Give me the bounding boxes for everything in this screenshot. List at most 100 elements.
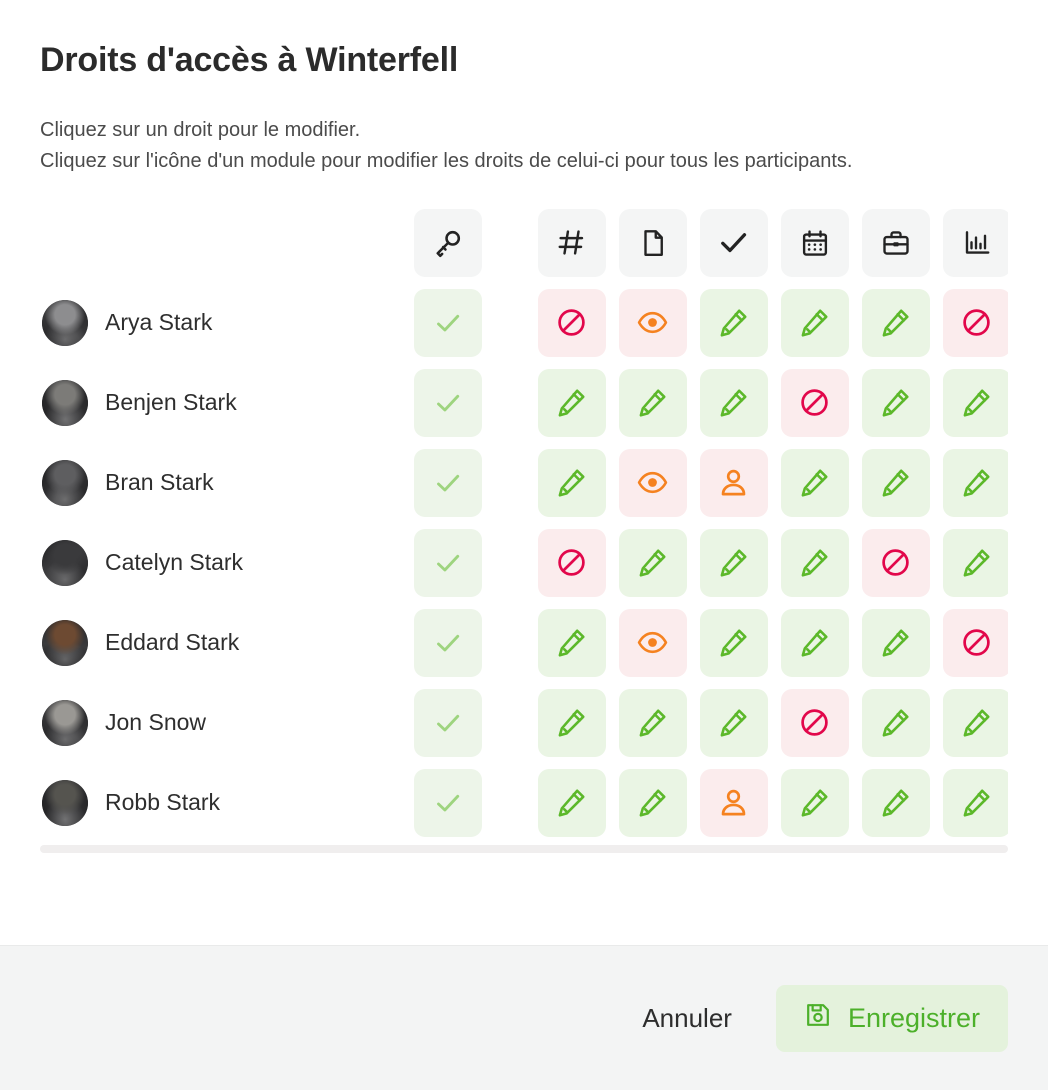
pencil-icon[interactable] — [699, 288, 768, 357]
column-header-files[interactable] — [612, 203, 693, 283]
pencil-icon[interactable] — [537, 688, 606, 757]
column-header-channel[interactable] — [531, 203, 612, 283]
permission-cell-reports[interactable] — [936, 523, 1008, 603]
calendar-icon[interactable] — [780, 208, 849, 277]
permission-cell-channel[interactable] — [531, 283, 612, 363]
column-header-projects[interactable] — [855, 203, 936, 283]
permission-cell-channel[interactable] — [531, 363, 612, 443]
key-icon[interactable] — [413, 208, 482, 277]
permission-cell-tasks[interactable] — [693, 283, 774, 363]
pencil-icon[interactable] — [861, 608, 930, 677]
permission-cell-files[interactable] — [612, 283, 693, 363]
permission-cell-tasks[interactable] — [693, 683, 774, 763]
ban-icon[interactable] — [780, 368, 849, 437]
check-icon[interactable] — [413, 368, 482, 437]
permission-cell-channel[interactable] — [531, 763, 612, 843]
permission-cell-files[interactable] — [612, 763, 693, 843]
column-header-calendar[interactable] — [774, 203, 855, 283]
permission-cell-calendar[interactable] — [774, 603, 855, 683]
permission-cell-files[interactable] — [612, 523, 693, 603]
pencil-icon[interactable] — [618, 368, 687, 437]
pencil-icon[interactable] — [942, 768, 1008, 837]
ban-icon[interactable] — [942, 608, 1008, 677]
eye-icon[interactable] — [618, 448, 687, 517]
check-icon[interactable] — [413, 288, 482, 357]
pencil-icon[interactable] — [699, 368, 768, 437]
check-icon[interactable] — [413, 688, 482, 757]
pencil-icon[interactable] — [942, 448, 1008, 517]
ban-icon[interactable] — [942, 288, 1008, 357]
pencil-icon[interactable] — [537, 368, 606, 437]
permission-cell-channel[interactable] — [531, 603, 612, 683]
pencil-icon[interactable] — [780, 528, 849, 597]
permission-cell-access[interactable] — [400, 763, 495, 843]
pencil-icon[interactable] — [861, 768, 930, 837]
column-header-tasks[interactable] — [693, 203, 774, 283]
permission-cell-channel[interactable] — [531, 443, 612, 523]
permission-cell-tasks[interactable] — [693, 363, 774, 443]
permission-cell-tasks[interactable] — [693, 523, 774, 603]
permission-cell-calendar[interactable] — [774, 523, 855, 603]
hash-icon[interactable] — [537, 208, 606, 277]
permission-cell-files[interactable] — [612, 603, 693, 683]
document-icon[interactable] — [618, 208, 687, 277]
permission-cell-projects[interactable] — [855, 523, 936, 603]
pencil-icon[interactable] — [537, 768, 606, 837]
permission-cell-calendar[interactable] — [774, 363, 855, 443]
check-icon[interactable] — [413, 768, 482, 837]
permission-cell-tasks[interactable] — [693, 763, 774, 843]
ban-icon[interactable] — [780, 688, 849, 757]
permission-cell-projects[interactable] — [855, 763, 936, 843]
permission-cell-reports[interactable] — [936, 763, 1008, 843]
permission-cell-tasks[interactable] — [693, 443, 774, 523]
permission-cell-reports[interactable] — [936, 603, 1008, 683]
ban-icon[interactable] — [537, 528, 606, 597]
permission-cell-calendar[interactable] — [774, 283, 855, 363]
permission-cell-projects[interactable] — [855, 683, 936, 763]
check-icon[interactable] — [699, 208, 768, 277]
pencil-icon[interactable] — [699, 608, 768, 677]
pencil-icon[interactable] — [618, 688, 687, 757]
check-icon[interactable] — [413, 608, 482, 677]
permission-cell-files[interactable] — [612, 683, 693, 763]
permission-cell-reports[interactable] — [936, 283, 1008, 363]
permission-cell-access[interactable] — [400, 523, 495, 603]
ban-icon[interactable] — [537, 288, 606, 357]
cancel-button[interactable]: Annuler — [620, 989, 754, 1048]
save-button[interactable]: Enregistrer — [775, 984, 1008, 1052]
permission-cell-projects[interactable] — [855, 363, 936, 443]
permission-cell-reports[interactable] — [936, 443, 1008, 523]
pencil-icon[interactable] — [780, 448, 849, 517]
pencil-icon[interactable] — [942, 688, 1008, 757]
chart-icon[interactable] — [942, 208, 1008, 277]
check-icon[interactable] — [413, 448, 482, 517]
pencil-icon[interactable] — [699, 688, 768, 757]
pencil-icon[interactable] — [942, 368, 1008, 437]
person-icon[interactable] — [699, 768, 768, 837]
person-icon[interactable] — [699, 448, 768, 517]
eye-icon[interactable] — [618, 288, 687, 357]
permission-cell-calendar[interactable] — [774, 683, 855, 763]
pencil-icon[interactable] — [861, 368, 930, 437]
pencil-icon[interactable] — [861, 688, 930, 757]
pencil-icon[interactable] — [699, 528, 768, 597]
permission-cell-access[interactable] — [400, 363, 495, 443]
permission-cell-access[interactable] — [400, 283, 495, 363]
permission-cell-reports[interactable] — [936, 683, 1008, 763]
permission-cell-access[interactable] — [400, 443, 495, 523]
eye-icon[interactable] — [618, 608, 687, 677]
pencil-icon[interactable] — [942, 528, 1008, 597]
permission-cell-access[interactable] — [400, 603, 495, 683]
permission-cell-reports[interactable] — [936, 363, 1008, 443]
pencil-icon[interactable] — [780, 288, 849, 357]
pencil-icon[interactable] — [537, 448, 606, 517]
permission-cell-tasks[interactable] — [693, 603, 774, 683]
check-icon[interactable] — [413, 528, 482, 597]
briefcase-icon[interactable] — [861, 208, 930, 277]
permission-cell-projects[interactable] — [855, 603, 936, 683]
pencil-icon[interactable] — [780, 768, 849, 837]
permission-cell-channel[interactable] — [531, 683, 612, 763]
column-header-reports[interactable] — [936, 203, 1008, 283]
permission-cell-files[interactable] — [612, 363, 693, 443]
pencil-icon[interactable] — [861, 448, 930, 517]
